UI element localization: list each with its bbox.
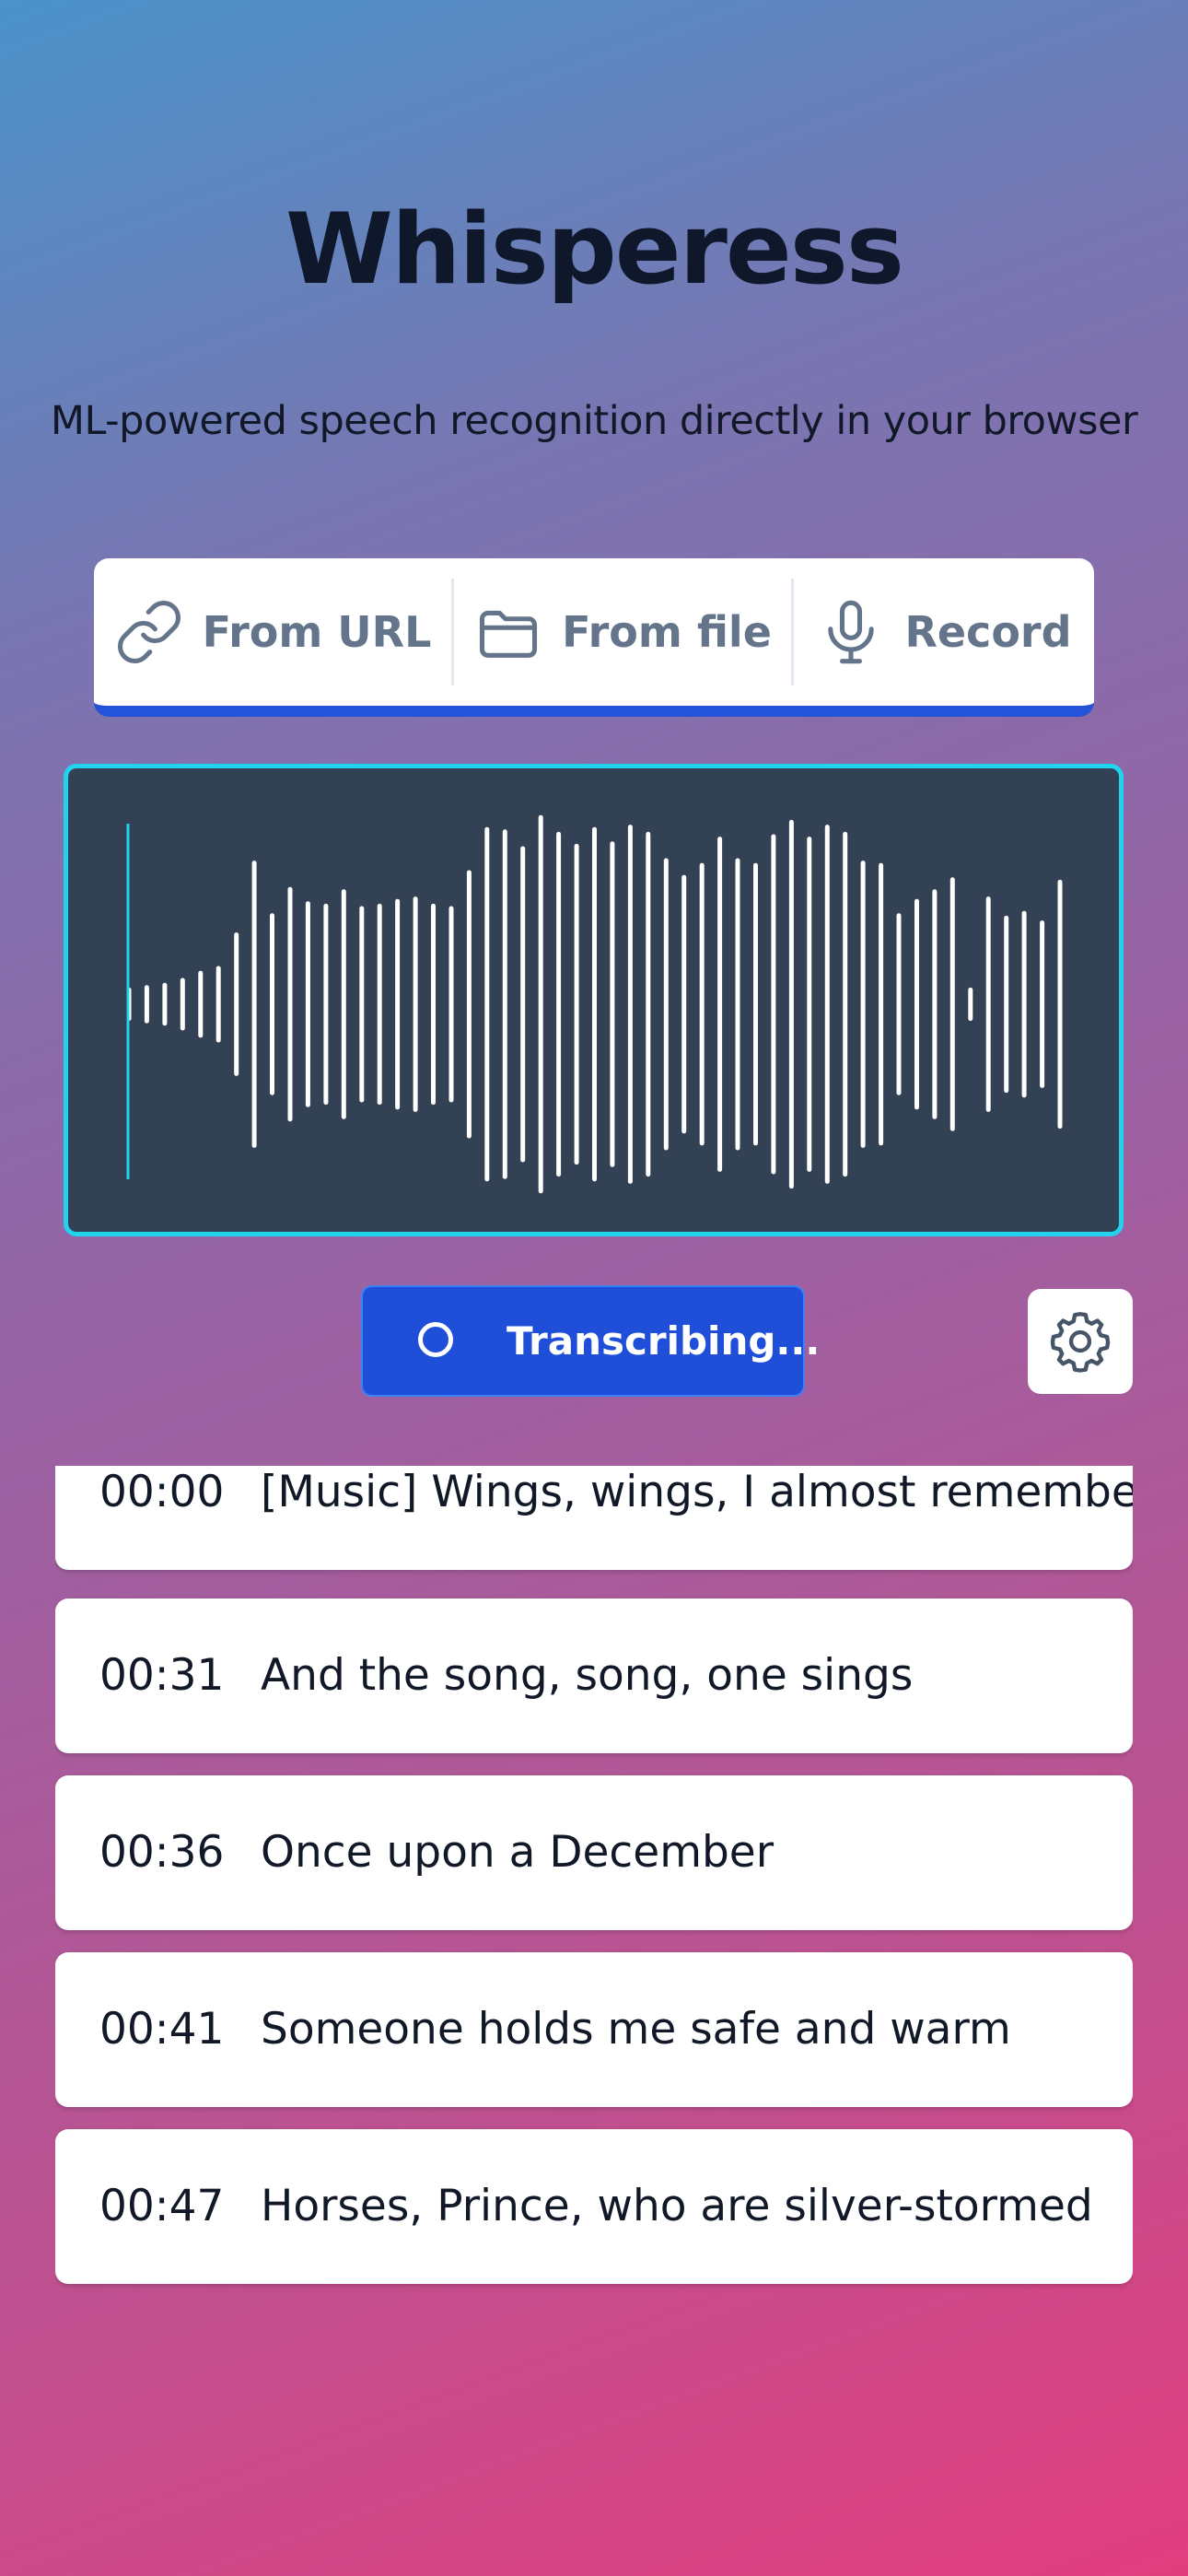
audio-source-tabs: From URL From file Record bbox=[94, 558, 1094, 717]
link-icon bbox=[117, 601, 181, 663]
transcribe-button[interactable]: Transcribing... bbox=[361, 1285, 820, 1397]
loading-spinner-icon bbox=[418, 1322, 453, 1357]
tab-record[interactable]: Record bbox=[794, 558, 1094, 706]
app-title: Whisperess bbox=[285, 193, 904, 306]
segment-timestamp: 00:36 bbox=[99, 1827, 225, 1878]
segment-text: Someone holds me safe and warm bbox=[261, 2004, 1011, 2055]
transcript-segment[interactable]: 00:31 And the song, song, one sings bbox=[55, 1598, 1133, 1753]
segment-timestamp: 00:00 bbox=[99, 1467, 225, 1517]
folder-icon bbox=[480, 610, 538, 658]
segment-text: And the song, song, one sings bbox=[261, 1650, 914, 1701]
transcribe-button-label: Transcribing... bbox=[507, 1318, 821, 1364]
audio-waveform[interactable] bbox=[64, 764, 1124, 1236]
transcript-segment[interactable]: 00:47 Horses, Prince, who are silver-sto… bbox=[55, 2129, 1133, 2284]
segment-text: Horses, Prince, who are silver-stormed bbox=[261, 2181, 1093, 2231]
tab-from-url[interactable]: From URL bbox=[94, 558, 451, 706]
tab-from-file-label: From file bbox=[562, 607, 772, 657]
segment-text: [Music] Wings, wings, I almost remember bbox=[261, 1467, 1133, 1517]
gear-icon bbox=[1050, 1312, 1111, 1373]
segment-text: Once upon a December bbox=[261, 1827, 775, 1878]
microphone-icon bbox=[828, 600, 875, 664]
segment-timestamp: 00:31 bbox=[99, 1650, 225, 1701]
transcript-list[interactable]: 00:00 [Music] Wings, wings, I almost rem… bbox=[55, 1466, 1133, 2295]
transcript-segment[interactable]: 00:41 Someone holds me safe and warm bbox=[55, 1952, 1133, 2107]
tab-record-label: Record bbox=[904, 607, 1072, 657]
segment-timestamp: 00:41 bbox=[99, 2004, 225, 2055]
segment-timestamp: 00:47 bbox=[99, 2181, 225, 2231]
transcript-segment[interactable]: 00:00 [Music] Wings, wings, I almost rem… bbox=[55, 1466, 1133, 1570]
waveform-graphic bbox=[126, 814, 1063, 1194]
tab-from-url-label: From URL bbox=[202, 607, 432, 657]
tab-from-file[interactable]: From file bbox=[454, 558, 791, 706]
settings-button[interactable] bbox=[1028, 1289, 1133, 1394]
app-subtitle: ML-powered speech recognition directly i… bbox=[50, 398, 1138, 444]
transcript-segment[interactable]: 00:36 Once upon a December bbox=[55, 1775, 1133, 1930]
